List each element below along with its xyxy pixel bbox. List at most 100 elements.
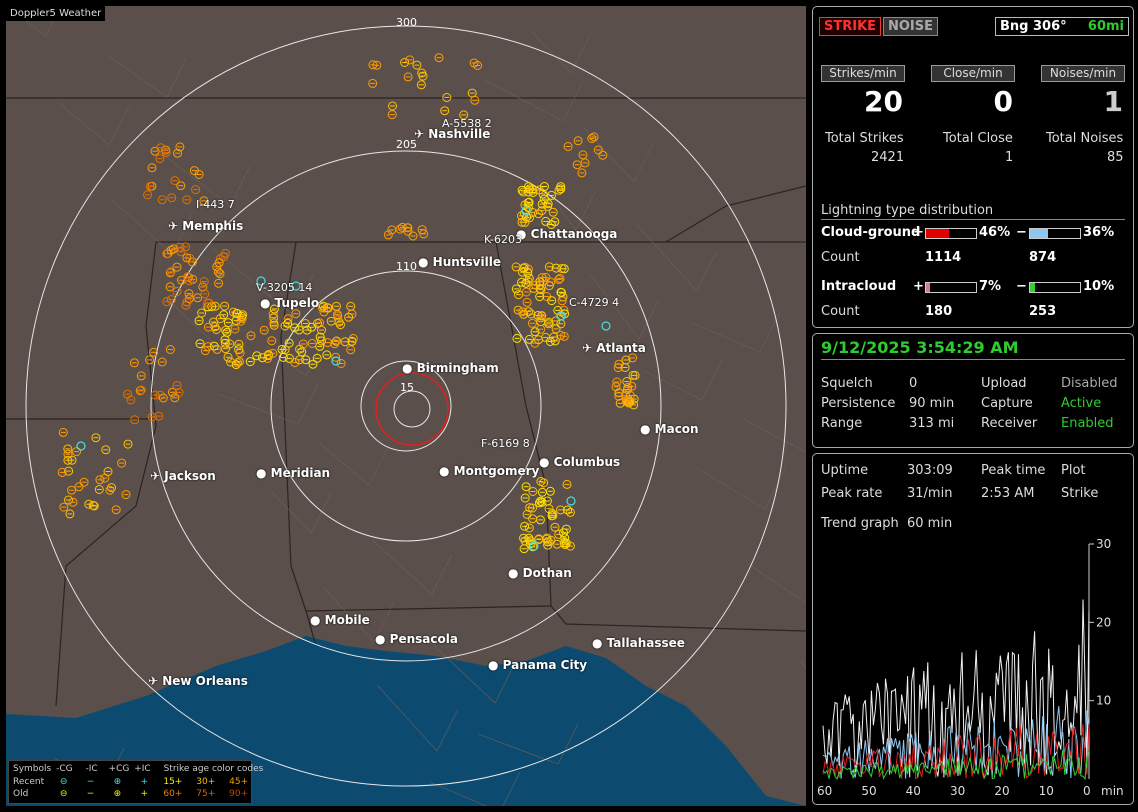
x-tick-label: 50	[861, 784, 876, 798]
trend-graph: 30 20 10 60 50 40 30 20 10 0 min	[817, 537, 1124, 798]
upload-label: Upload	[981, 376, 1027, 391]
x-tick-label: 20	[994, 784, 1009, 798]
capture-value: Active	[1061, 396, 1102, 411]
storm-tag: V-3205 14	[256, 281, 313, 294]
state-border	[550, 605, 806, 632]
minus-ic-icon: −	[86, 789, 95, 799]
county-line	[58, 102, 130, 146]
total-close-value: 1	[1005, 150, 1014, 165]
city-label: ● Tupelo	[260, 296, 320, 310]
legend-old-label: Old	[13, 789, 29, 799]
storm-tag: I-443 7	[196, 198, 235, 211]
plus-ic-icon: +	[140, 777, 149, 787]
state-border	[665, 185, 806, 243]
age-75: 75+	[196, 789, 216, 799]
count-label: Count	[821, 304, 860, 319]
minus-cg-icon: ⊖	[59, 789, 68, 799]
county-line	[106, 54, 188, 98]
noise-button[interactable]: NOISE	[883, 17, 939, 36]
age-45: 45+	[229, 777, 249, 787]
age-90: 90+	[229, 789, 249, 799]
ic-positive-count: 180	[925, 304, 953, 319]
minus-sign: −	[1016, 225, 1027, 240]
city-label: ● Meridian	[256, 466, 331, 480]
county-line	[217, 383, 319, 425]
y-tick-label: 10	[1096, 694, 1111, 708]
total-strikes-value: 2421	[871, 150, 905, 165]
total-noises-value: 85	[1107, 150, 1124, 165]
plus-ic-icon: +	[140, 789, 149, 799]
city-label: ● Mobile	[310, 613, 370, 627]
county-line	[742, 418, 806, 453]
legend-age-label: Strike age color codes	[163, 764, 264, 774]
close-per-min-header[interactable]: Close/min	[931, 65, 1015, 82]
cg-positive-bar	[925, 228, 977, 239]
storm-tag: K-6203	[484, 233, 523, 246]
x-unit-label: min	[1101, 784, 1124, 798]
state-border	[305, 241, 552, 612]
age-60: 60+	[163, 789, 183, 799]
x-tick-label: 10	[1039, 784, 1054, 798]
squelch-value: 0	[909, 376, 918, 391]
plot-label: Plot	[1061, 463, 1086, 478]
plus-sign: +	[913, 279, 924, 294]
cg-negative-count: 874	[1029, 250, 1057, 265]
ic-positive-pct: 7%	[979, 279, 1002, 294]
recent-strike-marker	[566, 496, 576, 506]
minus-cg-icon: ⊖	[59, 777, 68, 787]
datetime: 9/12/2025 3:54:29 AM	[821, 338, 1019, 357]
stats-panel: STRIKE NOISE Bng 306° 60mi Strikes/min C…	[812, 6, 1134, 328]
county-line	[694, 466, 786, 510]
strikes-per-min-header[interactable]: Strikes/min	[821, 65, 905, 82]
distribution-title: Lightning type distribution	[821, 203, 994, 218]
plus-sign: +	[913, 225, 924, 240]
divider	[821, 359, 1125, 360]
storm-tag: C-4729 4	[569, 296, 620, 309]
plus-cg-icon: ⊕	[113, 789, 122, 799]
uptime-label: Uptime	[821, 463, 869, 478]
squelch-label: Squelch	[821, 376, 873, 391]
peak-rate-label: Peak rate	[821, 486, 883, 501]
upload-value: Disabled	[1061, 376, 1118, 391]
x-tick-label: 60	[817, 784, 832, 798]
x-tick-label: 30	[950, 784, 965, 798]
legend-col: +IC	[134, 764, 151, 774]
legend-col: -CG	[56, 764, 73, 774]
city-label: ● Montgomery	[439, 464, 540, 478]
city-label: ● Birmingham	[402, 361, 499, 375]
age-30: 30+	[196, 777, 216, 787]
strike-button[interactable]: STRIKE	[819, 17, 882, 36]
app-title: Doppler5 Weather	[6, 6, 106, 21]
city-label: ✈ Memphis	[168, 219, 244, 233]
bearing-value: Bng 306°	[1000, 19, 1067, 34]
legend-col: +CG	[108, 764, 130, 774]
recent-strike-marker	[601, 321, 611, 331]
range-label: Range	[821, 416, 863, 431]
peak-rate-value: 31/min	[907, 486, 953, 501]
peak-time-value: 2:53 AM	[981, 486, 1035, 501]
trend-panel: Uptime 303:09 Peak time Plot Peak rate 3…	[812, 453, 1134, 805]
county-line	[800, 660, 806, 670]
range-ring	[270, 270, 542, 542]
city-label: ● Tallahassee	[592, 636, 685, 650]
county-line	[482, 78, 584, 122]
city-label: ● Pensacola	[375, 632, 458, 646]
uptime-value: 303:09	[907, 463, 953, 478]
radar-map[interactable]: Doppler5 Weather 300 205 110 15 ✈ Nashvi…	[6, 6, 806, 806]
strike-trend-line	[822, 599, 1090, 778]
county-line	[747, 563, 806, 604]
trend-window-value: 60 min	[907, 516, 953, 531]
county-line	[530, 30, 592, 74]
bearing-display: Bng 306° 60mi	[995, 17, 1129, 36]
storm-tag: F-6169 8	[481, 437, 530, 450]
plus-cg-icon: ⊕	[113, 777, 122, 787]
city-label: ● Chattanooga	[516, 227, 618, 241]
capture-label: Capture	[981, 396, 1033, 411]
inner-ring	[393, 390, 431, 428]
total-strikes-label: Total Strikes	[825, 131, 904, 146]
trend-graph-label: Trend graph	[821, 516, 899, 531]
city-label: ✈ Atlanta	[582, 341, 646, 355]
legend-symbols-label: Symbols	[13, 764, 52, 774]
noises-per-min-header[interactable]: Noises/min	[1041, 65, 1125, 82]
divider	[821, 219, 1125, 220]
